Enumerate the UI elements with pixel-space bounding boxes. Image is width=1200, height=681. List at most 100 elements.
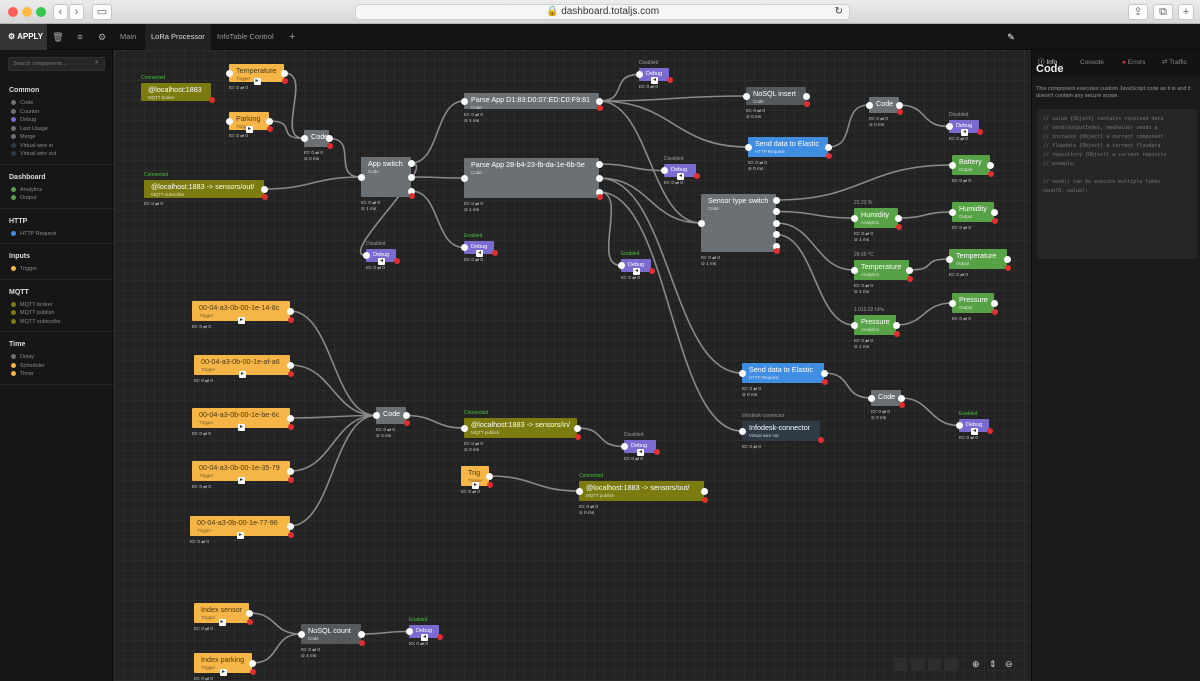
node-code3[interactable]: Code [376, 407, 406, 424]
input-port[interactable] [745, 143, 752, 151]
output-port[interactable] [905, 266, 913, 274]
output-port[interactable] [286, 361, 294, 369]
input-port[interactable] [743, 92, 750, 100]
tool-icon-1[interactable] [894, 658, 907, 671]
wire[interactable] [823, 372, 872, 399]
output-port[interactable] [407, 159, 415, 167]
trigger-button[interactable]: ▸ [237, 532, 244, 539]
tool-icon-2[interactable] [911, 658, 924, 671]
tab-lora-processor[interactable]: LoRa Processor [145, 24, 211, 50]
wire[interactable] [908, 258, 950, 271]
wire[interactable] [251, 633, 302, 664]
input-port[interactable] [636, 71, 643, 78]
output-port[interactable] [248, 659, 256, 667]
input-port[interactable] [373, 412, 380, 419]
component-code[interactable]: Code [11, 100, 33, 106]
wire[interactable] [775, 210, 855, 219]
input-port[interactable] [358, 173, 365, 181]
node-code2[interactable]: Code [869, 97, 899, 113]
input-port[interactable] [949, 299, 956, 307]
output-port[interactable] [700, 487, 708, 495]
wire[interactable] [410, 100, 465, 164]
output-port[interactable] [990, 208, 998, 216]
node-tmp-o[interactable]: Temperature Output [949, 249, 1007, 269]
component-mqtt-subscribe[interactable]: MQTT subscribe [11, 318, 61, 325]
trigger-button[interactable]: ▸ [472, 482, 479, 489]
input-port[interactable] [949, 208, 956, 216]
output-port[interactable] [897, 394, 905, 402]
input-port[interactable] [949, 161, 956, 169]
minimize-window-icon[interactable] [22, 7, 32, 17]
address-bar[interactable]: 🔒 dashboard.totaljs.com ↻ [355, 4, 850, 20]
node-pub1[interactable]: @localhost:1883 -> sensors/in/MQTT publi… [464, 418, 577, 438]
wire[interactable] [598, 163, 665, 172]
input-port[interactable] [661, 167, 668, 174]
input-port[interactable] [363, 252, 370, 259]
trigger-button[interactable]: ▸ [218, 619, 226, 626]
wire[interactable] [897, 211, 953, 219]
node-broker[interactable]: @localhost:1883 MQTT broker [141, 83, 211, 101]
wire[interactable] [598, 100, 749, 148]
wire[interactable] [598, 191, 622, 267]
component-last-usage[interactable]: Last Usage [11, 125, 48, 132]
trigger-button[interactable]: ▸ [239, 371, 246, 378]
input-port[interactable] [461, 244, 468, 251]
wire[interactable] [263, 176, 362, 190]
debug-toggle-button[interactable]: ◂ [651, 77, 658, 84]
trash-icon[interactable]: 🗑 [47, 24, 69, 50]
output-port[interactable] [1003, 255, 1011, 263]
output-port[interactable] [485, 472, 493, 480]
output-port[interactable] [772, 196, 780, 204]
zoom-in-icon[interactable]: ⊕ [972, 659, 980, 670]
debug-toggle-button[interactable]: ◂ [378, 258, 385, 265]
node-code4[interactable]: Code [871, 390, 901, 406]
wire[interactable] [328, 137, 362, 178]
trigger-button[interactable]: ▸ [238, 424, 245, 431]
output-port[interactable] [894, 214, 902, 222]
debug-toggle-button[interactable]: ◂ [677, 173, 684, 180]
input-port[interactable] [461, 97, 468, 105]
input-port[interactable] [698, 219, 705, 227]
debug-toggle-button[interactable]: ◂ [421, 634, 428, 641]
trigger-button[interactable]: ▸ [220, 669, 227, 676]
output-port[interactable] [595, 174, 603, 182]
output-port[interactable] [772, 231, 780, 238]
wire[interactable] [900, 397, 960, 427]
trigger-button[interactable]: ▸ [253, 78, 261, 85]
node-nosql2[interactable]: NoSQL count Code [301, 624, 361, 644]
output-port[interactable] [280, 69, 288, 77]
output-port[interactable] [407, 173, 415, 181]
component-virtual-wire-in[interactable]: Virtual wire in [11, 142, 53, 149]
node-sub1[interactable]: @localhost:1883 -> sensors/out/MQTT subs… [144, 180, 264, 198]
flow-canvas[interactable]: ⊕ ⇕ ⊖ @localhost:1883 MQTT broker Connecte… [114, 50, 1031, 681]
output-port[interactable] [286, 414, 294, 422]
node-vwo[interactable]: Infodesk-connector Virtual wire out [742, 421, 820, 441]
tab-main[interactable]: Main [114, 24, 142, 50]
debug-toggle-button[interactable]: ◂ [637, 449, 644, 456]
node-tmp-a[interactable]: Temperature Analytics [854, 260, 909, 280]
component-mqtt-broker[interactable]: MQTT broker [11, 301, 53, 308]
node-appsw[interactable]: App switch Code [361, 157, 411, 197]
node-pub2[interactable]: @localhost:1883 -> sensors/out/MQTT publ… [579, 481, 704, 501]
wire[interactable] [289, 414, 377, 527]
node-parse2[interactable]: Parse App 28-b4-23-fb-da-1e-6b-5e Code [464, 158, 599, 198]
output-port[interactable] [286, 307, 294, 315]
input-port[interactable] [226, 69, 233, 77]
add-tab-button[interactable]: + [283, 24, 301, 50]
output-port[interactable] [595, 97, 603, 105]
wire[interactable] [410, 190, 465, 249]
node-hum-a[interactable]: Humidity Analytics [854, 208, 898, 228]
output-port[interactable] [892, 321, 900, 329]
wire[interactable] [598, 100, 702, 224]
output-port[interactable] [357, 630, 365, 638]
wire[interactable] [410, 176, 465, 179]
wire[interactable] [360, 630, 410, 635]
wire[interactable] [898, 104, 950, 128]
output-port[interactable] [824, 143, 832, 151]
component-merge[interactable]: Merge [11, 134, 36, 140]
input-port[interactable] [576, 487, 583, 495]
component-output[interactable]: Output [11, 195, 37, 201]
output-port[interactable] [986, 161, 994, 169]
input-port[interactable] [406, 628, 413, 635]
component-timer[interactable]: Timer [11, 371, 34, 377]
